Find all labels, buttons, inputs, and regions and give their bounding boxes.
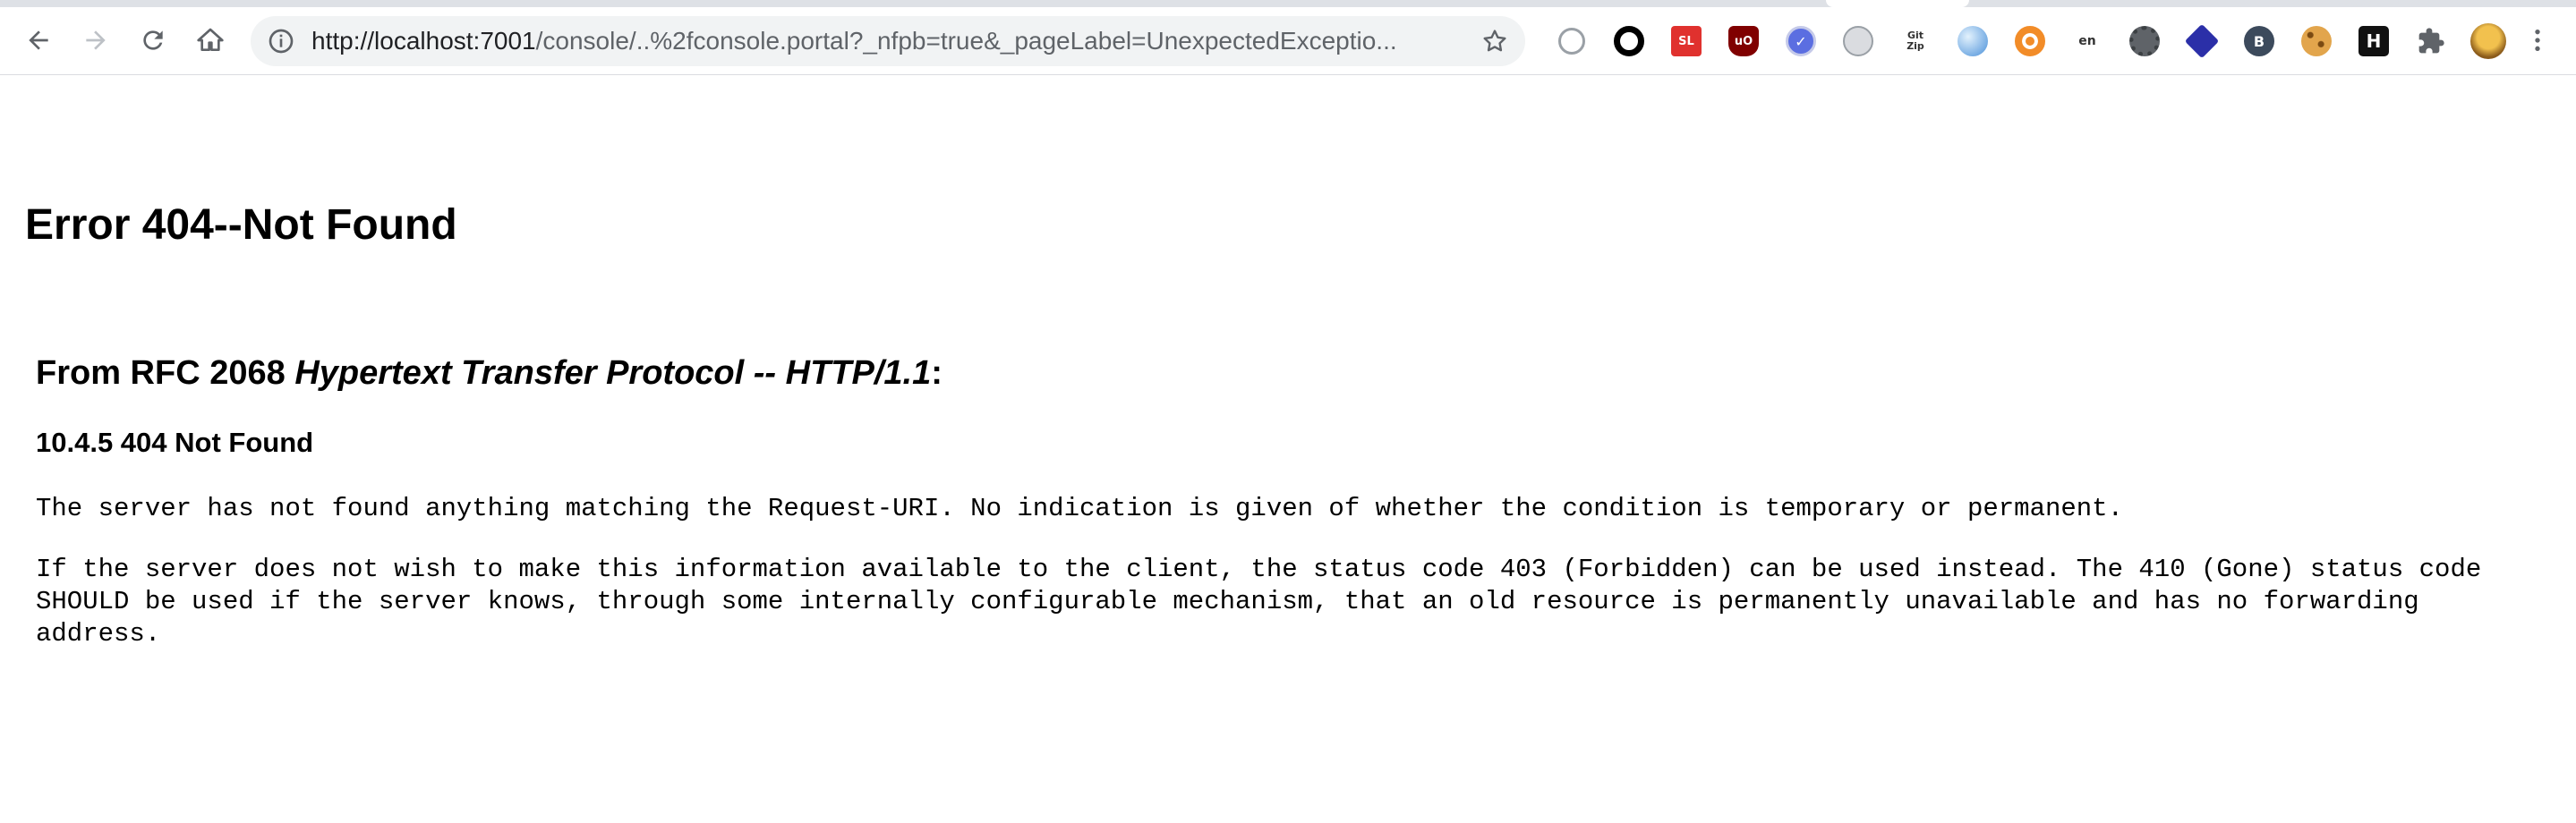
extension-black-circle[interactable] bbox=[1600, 18, 1658, 64]
home-button[interactable] bbox=[188, 18, 233, 63]
extension-rings[interactable] bbox=[1543, 18, 1600, 64]
bookmark-star-icon[interactable] bbox=[1480, 27, 1509, 55]
reload-button[interactable] bbox=[131, 18, 175, 63]
blue-diamond-icon bbox=[2184, 23, 2220, 59]
home-icon bbox=[197, 28, 224, 51]
shield-b-icon: B bbox=[2244, 26, 2274, 56]
extension-gear[interactable] bbox=[2116, 18, 2173, 64]
forward-button[interactable] bbox=[73, 18, 118, 63]
extension-red-square[interactable]: SL bbox=[1658, 18, 1715, 64]
reload-icon bbox=[143, 30, 163, 50]
paragraph-1: The server has not found anything matchi… bbox=[36, 494, 2123, 523]
paragraph-2: If the server does not wish to make this… bbox=[36, 555, 2482, 649]
extensions-bar: SL uO ✓ Git Zip en B H bbox=[1543, 18, 2517, 64]
section-heading: 10.4.5 404 Not Found bbox=[36, 427, 314, 458]
extension-shield-b[interactable]: B bbox=[2231, 18, 2288, 64]
ublock-icon: uO bbox=[1728, 26, 1759, 56]
profile-button[interactable] bbox=[2460, 18, 2517, 64]
extension-blue-diamond[interactable] bbox=[2173, 18, 2231, 64]
extension-blue-orb[interactable] bbox=[1944, 18, 2001, 64]
arrow-left-icon bbox=[29, 30, 48, 50]
back-button[interactable] bbox=[16, 18, 61, 63]
browser-toolbar: http://localhost:7001/console/..%2fconso… bbox=[0, 0, 2576, 75]
page-content: Error 404--Not Found From RFC 2068 Hyper… bbox=[0, 75, 2576, 823]
extension-h-square[interactable]: H bbox=[2345, 18, 2402, 64]
url-path: /console/..%2fconsole.portal?_nfpb=true&… bbox=[535, 27, 1397, 55]
avatar-icon bbox=[2470, 23, 2506, 59]
rfc-heading: From RFC 2068 Hypertext Transfer Protoco… bbox=[36, 354, 2542, 393]
translate-icon: en bbox=[2078, 34, 2096, 48]
cookie-icon bbox=[2301, 26, 2332, 56]
url-host: http://localhost:7001 bbox=[311, 27, 536, 55]
rfc-suffix: : bbox=[931, 354, 943, 392]
black-circle-icon bbox=[1614, 26, 1644, 56]
rfc-title: Hypertext Transfer Protocol -- HTTP/1.1 bbox=[294, 354, 932, 392]
extension-orange-ring[interactable] bbox=[2001, 18, 2059, 64]
check-badge-icon: ✓ bbox=[1786, 26, 1816, 56]
rfc-prefix: From RFC 2068 bbox=[36, 354, 295, 392]
red-square-icon: SL bbox=[1671, 26, 1702, 56]
rings-icon bbox=[1558, 28, 1585, 55]
tab-strip bbox=[0, 0, 2576, 7]
page-title: Error 404--Not Found bbox=[25, 201, 457, 249]
extension-globe[interactable] bbox=[1830, 18, 1887, 64]
globe-extension-icon bbox=[1843, 26, 1873, 56]
blue-orb-icon bbox=[1958, 26, 1988, 56]
address-bar[interactable]: http://localhost:7001/console/..%2fconso… bbox=[251, 16, 1525, 66]
extension-gitzip[interactable]: Git Zip bbox=[1887, 18, 1944, 64]
puzzle-icon bbox=[2418, 28, 2444, 54]
h-square-icon: H bbox=[2358, 26, 2389, 56]
active-tab[interactable] bbox=[1826, 0, 1969, 7]
arrow-right-icon bbox=[86, 30, 106, 50]
gear-gray-icon bbox=[2129, 26, 2160, 56]
extension-ublock[interactable]: uO bbox=[1715, 18, 1772, 64]
info-icon[interactable] bbox=[267, 27, 295, 55]
extensions-menu-button[interactable] bbox=[2402, 18, 2460, 64]
orange-ring-icon bbox=[2015, 26, 2045, 56]
browser-menu-button[interactable] bbox=[2515, 18, 2560, 63]
url-text[interactable]: http://localhost:7001/console/..%2fconso… bbox=[311, 16, 1421, 66]
extension-cookie[interactable] bbox=[2288, 18, 2345, 64]
kebab-menu-icon bbox=[2535, 30, 2540, 51]
rfc-section: From RFC 2068 Hypertext Transfer Protoco… bbox=[36, 354, 2542, 650]
extension-translate[interactable]: en bbox=[2059, 18, 2116, 64]
extension-check-badge[interactable]: ✓ bbox=[1772, 18, 1830, 64]
gitzip-icon: Git Zip bbox=[1906, 30, 1924, 52]
